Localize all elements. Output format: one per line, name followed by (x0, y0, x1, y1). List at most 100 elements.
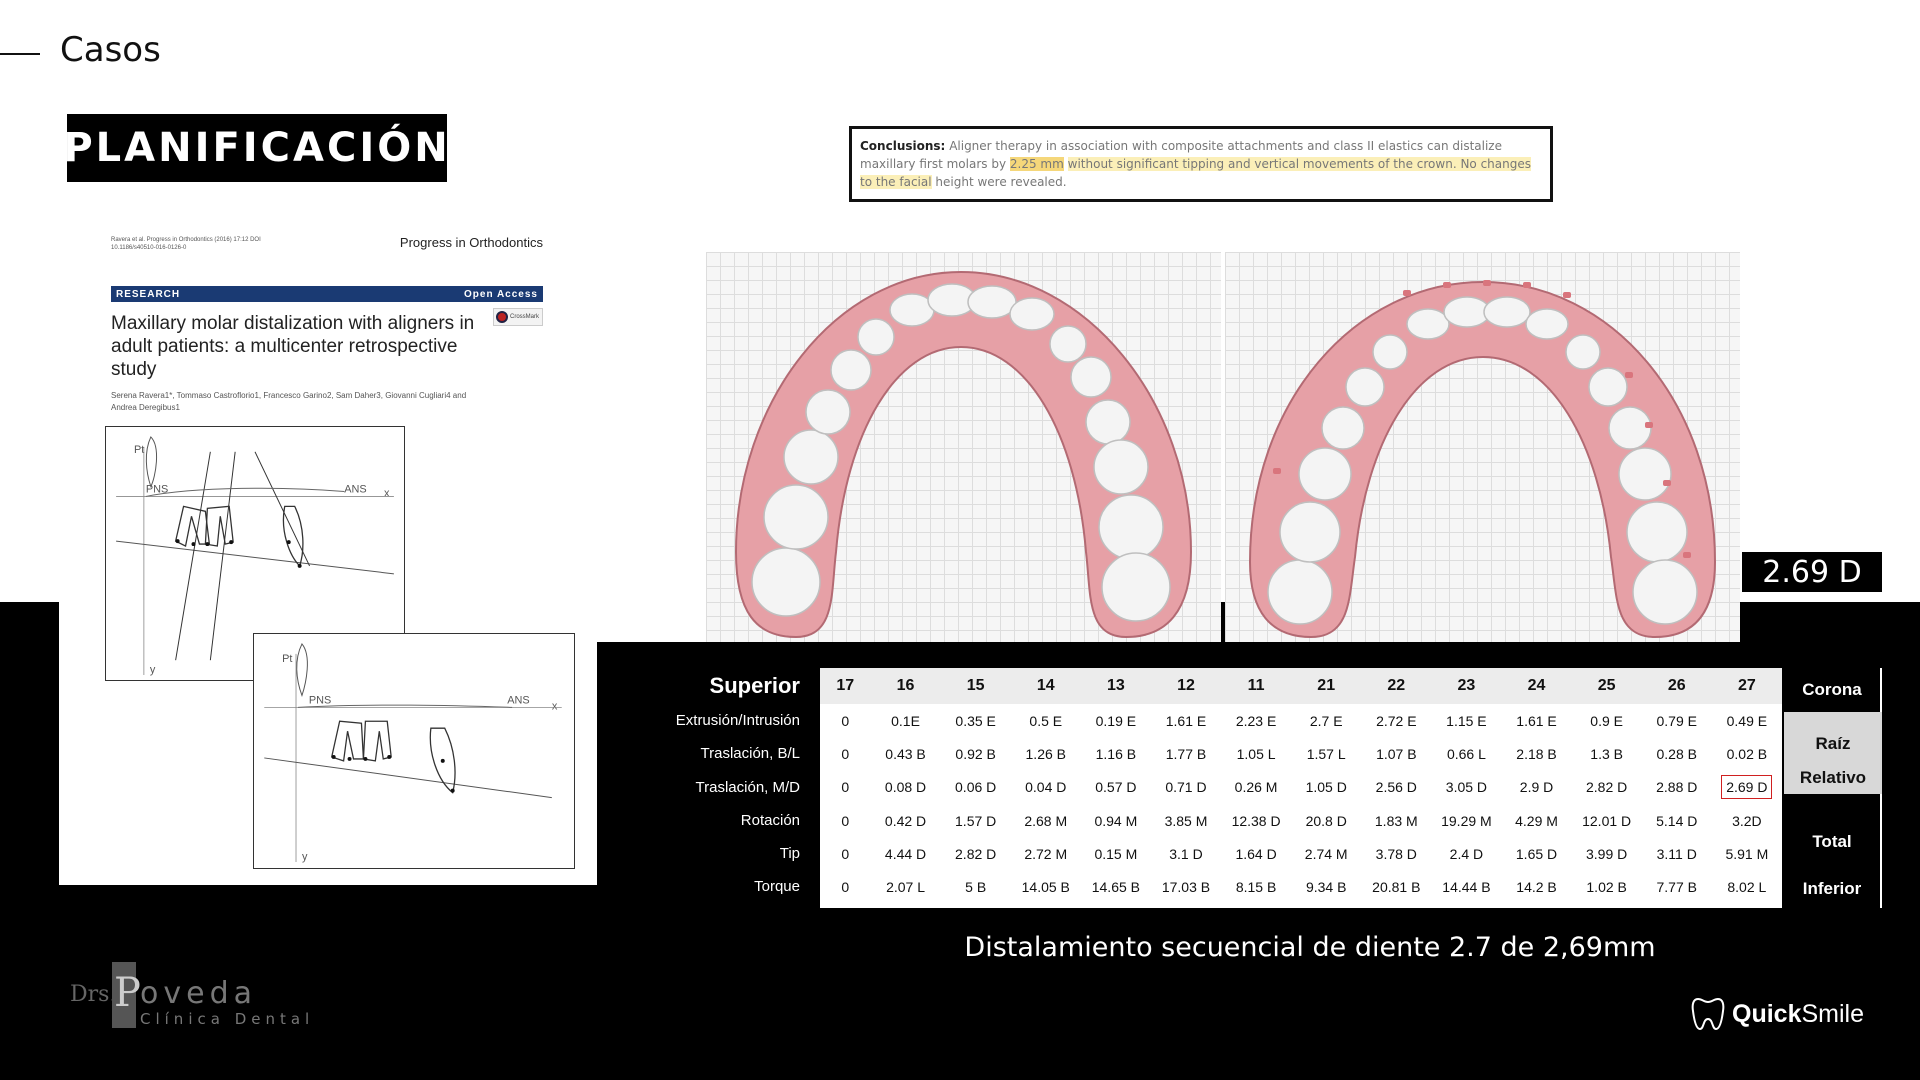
tooth-number-header: 26 (1667, 677, 1686, 694)
table-cell: 1.57 D (955, 812, 997, 829)
table-cell: 2.72 E (1376, 712, 1417, 729)
table-cell: 14.2 B (1516, 879, 1557, 896)
clinic-logo-subtitle: Clínica Dental (140, 1010, 315, 1028)
table-cell: 1.61 E (1165, 712, 1207, 729)
header-rule (0, 53, 40, 55)
highlighted-cell-value: 2.69 D (1721, 775, 1773, 800)
table-cell: 3.78 D (1375, 845, 1417, 862)
arch-views (706, 252, 1740, 642)
table-cell: 2.23 E (1235, 712, 1277, 729)
table-cell: 0.04 D (1025, 779, 1067, 796)
table-legend: Corona Raíz Relativo Total Inferior (1784, 668, 1882, 908)
crossmark-badge: CrossMark (493, 308, 543, 326)
dental-arch-planned-illustration (1248, 280, 1717, 639)
table-cell: 12.38 D (1231, 812, 1281, 829)
table-cell: 1.57 L (1306, 745, 1346, 762)
table-cell: 14.65 B (1091, 879, 1140, 896)
table-cell: 3.2D (1732, 812, 1762, 829)
label-ans-2: ANS (507, 694, 529, 706)
table-cell: 2.82 D (1586, 779, 1628, 796)
table-cell: 1.05 L (1236, 745, 1276, 762)
slide-caption: Distalamiento secuencial de diente 2.7 d… (964, 932, 1656, 963)
highlighted-cell: 2.69 D (1712, 771, 1782, 804)
table-cell: 1.61 E (1516, 712, 1557, 729)
cephalometric-figure-2: Pt PNS ANS x y (253, 633, 575, 869)
table-row: 0 0.08 D 0.06 D 0.04 D 0.57 D 0.71 D 0.26 M 1.0… (820, 771, 1782, 804)
label-pt: Pt (134, 444, 144, 456)
table-cell: 5 B (965, 879, 987, 896)
table-cell: 0 (841, 812, 850, 829)
table-cell: 1.05 D (1305, 779, 1347, 796)
row-label: Rotación (740, 811, 800, 829)
table-cell: 1.3 B (1590, 745, 1623, 762)
table-cell: 0 (841, 779, 850, 796)
table-cell: 0.5 E (1029, 712, 1063, 729)
dental-arch-initial-illustration (734, 270, 1193, 639)
upper-arch-initial (706, 252, 1221, 642)
paper-citation: Ravera et al. Progress in Orthodontics (… (111, 237, 261, 251)
quicksmile-logo: QuickSmile (1690, 994, 1864, 1034)
table-cell: 2.68 M (1024, 812, 1068, 829)
table-row-labels: Superior Extrusión/Intrusión Traslación,… (610, 668, 800, 904)
table-row: 0 0.43 B 0.92 B 1.26 B 1.16 B 1.77 B 1.05 L 1.5… (820, 737, 1782, 770)
table-cell: 1.02 B (1586, 879, 1627, 896)
table-cell: 17.03 B (1161, 879, 1211, 896)
tooth-number-header: 23 (1457, 677, 1476, 694)
table-cell: 2.74 M (1304, 845, 1348, 862)
table-cell: 2.56 D (1375, 779, 1417, 796)
paper-category: RESEARCH (116, 288, 181, 300)
tooth-number-header: 11 (1247, 677, 1265, 694)
brand-quick: Quick (1732, 999, 1802, 1028)
table-cell: 3.85 M (1164, 812, 1208, 829)
table-cell: 0.19 E (1095, 712, 1137, 729)
tooth-icon (1691, 997, 1725, 1031)
tooth-number-header: 13 (1106, 677, 1125, 694)
table-cell: 2.9 D (1519, 779, 1554, 796)
quicksmile-wordmark: QuickSmile (1732, 1000, 1864, 1029)
table-cell: 0.9 E (1590, 712, 1623, 729)
table-cell: 0.26 M (1234, 779, 1278, 796)
tooth-movement-table: 17 16 15 14 13 12 11 21 22 23 24 25 26 27 0 0.1E 0.35 E0… (820, 668, 1782, 908)
table-cell: 0.43 B (885, 745, 926, 762)
tooth-number-header: 15 (966, 677, 985, 694)
table-cell: 3.99 D (1586, 845, 1628, 862)
label-x-2: x (552, 700, 558, 712)
table-cell: 2.88 D (1656, 779, 1698, 796)
table-cell: 5.14 D (1656, 812, 1698, 829)
table-cell: 0 (841, 879, 850, 896)
table-cell: 2.18 B (1516, 745, 1557, 762)
cephalometric-diagram-2: Pt PNS ANS x y (264, 643, 562, 863)
table-cell: 8.15 B (1235, 879, 1277, 896)
table-cell: 7.77 B (1656, 879, 1697, 896)
legend-total: Total (1784, 794, 1882, 874)
section-badge: PLANIFICACIÓN (63, 114, 448, 182)
table-cell: 0.15 M (1094, 845, 1138, 862)
tooth-number-header: 25 (1597, 677, 1616, 694)
table-cell: 14.44 B (1442, 879, 1491, 896)
paper-title: Maxillary molar distalization with align… (111, 313, 475, 380)
tooth-number-header: 17 (836, 677, 855, 694)
table-cell: 20.8 D (1305, 812, 1347, 829)
row-label: Traslación, M/D (695, 778, 800, 796)
crossmark-icon (496, 311, 508, 323)
table-cell: 0 (841, 712, 850, 729)
paper-journal: Progress in Orthodontics (399, 235, 543, 250)
table-cell: 2.4 D (1449, 845, 1484, 862)
table-cell: 0.28 B (1656, 745, 1697, 762)
table-cell: 1.64 D (1235, 845, 1277, 862)
label-pns-2: PNS (309, 694, 331, 706)
tooth-number-header: 27 (1737, 677, 1756, 694)
table-cell: 3.1 D (1169, 845, 1203, 862)
clinic-logo: Drs. P oveda Clínica Dental (70, 960, 330, 1030)
table-cell: 0.94 M (1094, 812, 1138, 829)
clinic-logo-name: oveda (140, 976, 257, 1011)
table-cell: 14.05 B (1021, 879, 1070, 896)
row-label: Torque (754, 878, 800, 896)
movement-value-badge: 2.69 D (1742, 552, 1882, 592)
label-pt-2: Pt (282, 653, 292, 665)
legend-relativo: Relativo (1799, 768, 1867, 787)
row-label: Extrusión/Intrusión (675, 712, 800, 729)
table-cell: 1.15 E (1446, 712, 1487, 729)
table-cell: 3.05 D (1445, 779, 1488, 796)
table-cell: 0 (841, 845, 850, 862)
